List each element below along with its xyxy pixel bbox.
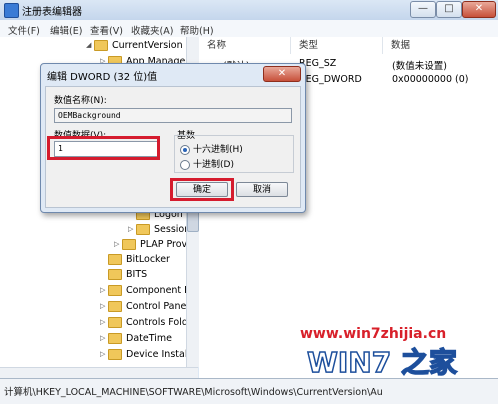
menu-view[interactable]: 查看(V) [90, 23, 123, 37]
expand-arrow-icon[interactable]: ▷ [128, 222, 136, 237]
menu-help[interactable]: 帮助(H) [180, 23, 214, 37]
folder-icon [136, 224, 150, 235]
expand-arrow-icon[interactable]: ◢ [86, 38, 94, 53]
folder-icon [108, 269, 122, 280]
value-row-1-type: REG_DWORD [299, 74, 362, 85]
expand-arrow-icon[interactable]: ▷ [114, 237, 122, 252]
dialog-close-button[interactable]: ✕ [263, 66, 301, 82]
watermark-logo-text: WIN7 之家 [307, 346, 457, 378]
column-header-type[interactable]: 类型 [291, 37, 383, 54]
menu-favorites[interactable]: 收藏夹(A) [131, 23, 173, 37]
cancel-button[interactable]: 取消 [236, 182, 288, 197]
tree-item-session[interactable]: ▷ Session [128, 222, 190, 237]
column-header-data[interactable]: 数据 [383, 37, 498, 54]
folder-icon [108, 349, 122, 360]
folder-icon [108, 301, 122, 312]
watermark-logo: WIN7 之家 [306, 345, 457, 378]
tree-item-component[interactable]: ▷ Component E [100, 283, 190, 298]
folder-icon [108, 285, 122, 296]
tree-item-device-install[interactable]: ▷ Device Install [100, 347, 190, 362]
expand-arrow-icon[interactable]: ▷ [100, 299, 108, 314]
maximize-button[interactable]: □ [436, 1, 462, 18]
tree-item-currentversion[interactable]: ◢ CurrentVersion [86, 38, 183, 53]
status-path: 计算机\HKEY_LOCAL_MACHINE\SOFTWARE\Microsof… [4, 387, 383, 398]
expand-arrow-icon[interactable]: ▷ [100, 315, 108, 330]
tree-item-bitlocker[interactable]: BitLocker [100, 252, 170, 267]
value-row-1-data: 0x00000000 (0) [392, 74, 469, 85]
tree-item-datetime[interactable]: ▷ DateTime [100, 331, 172, 346]
menu-bar: 文件(F) 编辑(E) 查看(V) 收藏夹(A) 帮助(H) [0, 20, 498, 38]
radio-icon[interactable] [180, 159, 190, 170]
value-row-0-data: (数值未设置) [392, 61, 447, 72]
expand-arrow-icon[interactable]: ▷ [100, 347, 108, 362]
minimize-button[interactable]: — [410, 1, 436, 18]
column-header-name[interactable]: 名称 [199, 37, 291, 54]
folder-icon [108, 254, 122, 265]
highlight-value-data [47, 136, 160, 160]
watermark-url: www.win7zhijia.cn [300, 326, 447, 342]
tree-item-control-panel[interactable]: ▷ Control Panel [100, 299, 189, 314]
expand-arrow-icon[interactable]: ▷ [100, 331, 108, 346]
folder-icon [108, 333, 122, 344]
folder-icon [108, 317, 122, 328]
menu-edit[interactable]: 编辑(E) [50, 23, 82, 37]
base-hex-radio[interactable]: 十六进制(H) [180, 142, 243, 155]
radio-selected-icon[interactable] [180, 144, 190, 155]
window-title: 注册表编辑器 [22, 7, 82, 18]
menu-file[interactable]: 文件(F) [8, 23, 40, 37]
regedit-icon [4, 3, 19, 18]
expand-arrow-icon[interactable]: ▷ [100, 283, 108, 298]
base-dec-radio[interactable]: 十进制(D) [180, 157, 234, 170]
value-name-field: OEMBackground [54, 108, 292, 123]
highlight-ok-button [170, 178, 234, 201]
value-name-label: 数值名称(N): [54, 96, 107, 106]
dialog-title: 编辑 DWORD (32 位)值 [47, 72, 158, 83]
folder-icon [94, 40, 108, 51]
tree-item-bits[interactable]: BITS [100, 267, 147, 282]
tree-item-plap-prov[interactable]: ▷ PLAP Prov [114, 237, 187, 252]
status-bar: 计算机\HKEY_LOCAL_MACHINE\SOFTWARE\Microsof… [0, 378, 498, 404]
folder-icon [122, 239, 136, 250]
edit-dword-dialog: 编辑 DWORD (32 位)值 ✕ 数值名称(N): OEMBackgroun… [40, 63, 306, 213]
tree-item-controls-folder[interactable]: ▷ Controls Fold [100, 315, 188, 330]
close-button[interactable]: ✕ [462, 1, 496, 18]
title-bar: 注册表编辑器 — □ ✕ [0, 0, 498, 20]
